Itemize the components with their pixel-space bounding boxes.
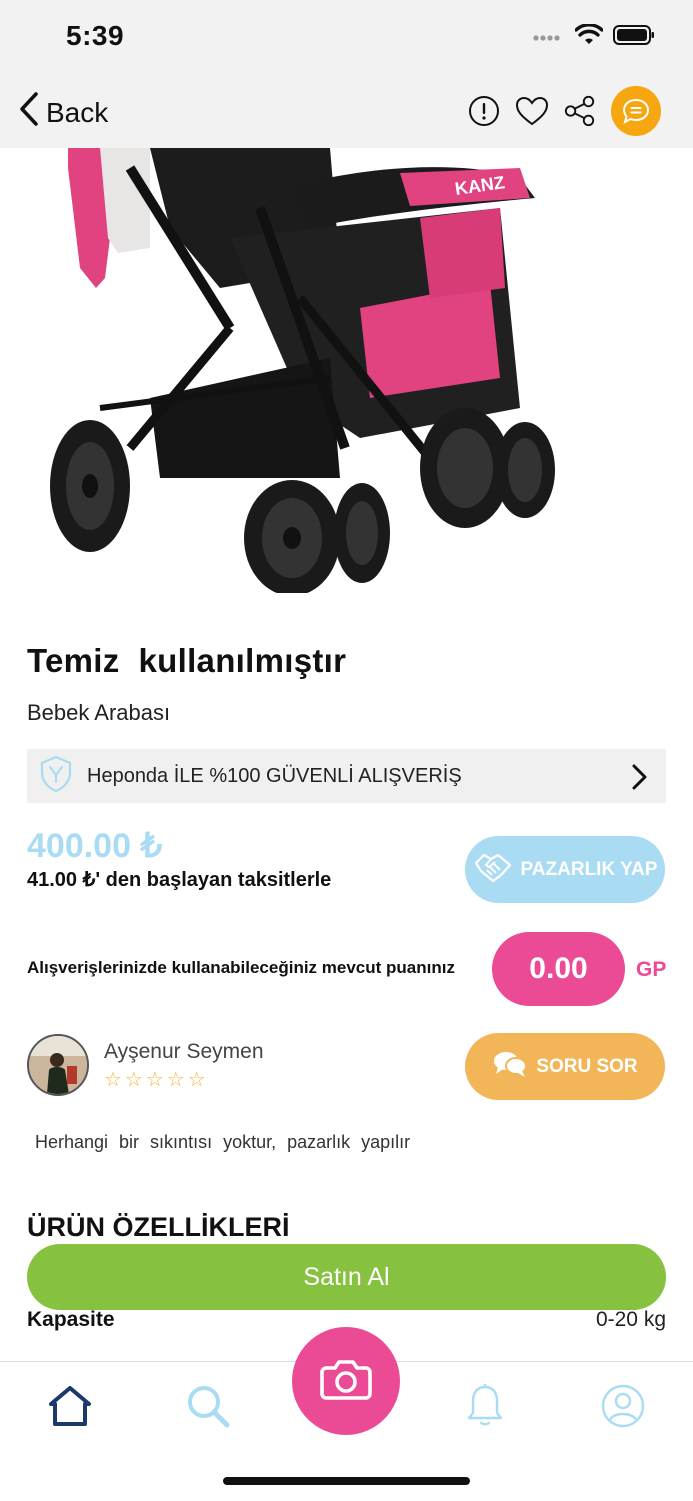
product-image[interactable]: KANZ [0,148,693,596]
home-icon[interactable] [46,1382,94,1430]
wheel-back-left [50,420,130,552]
product-title: Temiz kullanılmıştır [27,642,347,679]
battery-icon [613,25,655,50]
bargain-button[interactable]: PAZARLIK YAP [465,836,665,903]
chevron-right-icon [630,763,648,796]
back-label: Back [46,96,109,128]
navigation-bar: Back [0,76,693,148]
product-category: Bebek Arabası [27,700,171,725]
chat-bubbles-icon [492,1049,528,1085]
camera-button[interactable] [292,1327,400,1435]
points-unit: GP [636,958,667,981]
ask-question-label: SORU SOR [536,1055,638,1077]
bell-icon[interactable] [461,1382,509,1430]
seller-name[interactable]: Ayşenur Seymen [104,1040,264,1064]
installment-text: 41.00 ₺' den başlayan taksitlerle [27,869,332,891]
bargain-label: PAZARLIK YAP [520,858,658,880]
search-icon[interactable] [184,1382,232,1430]
ask-question-button[interactable]: SORU SOR [465,1033,665,1100]
product-description: Herhangi bir sıkıntısı yoktur, pazarlık … [35,1132,411,1152]
product-price: 400.00 ₺ [27,827,163,865]
status-bar: 5:39 [0,0,693,76]
seller-avatar[interactable] [27,1034,89,1096]
wheel-front-left [334,483,390,583]
heart-icon[interactable] [515,94,549,128]
feature-label-capacity: Kapasite [27,1308,115,1331]
chat-icon[interactable] [611,86,661,136]
handshake-icon [473,849,513,891]
wheel-front-right [420,408,555,528]
points-label: Alışverişlerinizde kullanabileceğiniz me… [27,958,455,977]
points-value: 0.00 [492,932,625,1006]
shield-icon [39,755,73,798]
status-icons [533,23,655,51]
status-time: 5:39 [66,20,125,51]
profile-icon[interactable] [599,1382,647,1430]
nav-actions [467,86,661,136]
feature-value-capacity: 0-20 kg [595,1308,666,1331]
secure-shopping-banner[interactable]: Heponda İLE %100 GÜVENLİ ALIŞVERİŞ [27,749,666,803]
chevron-left-icon [18,91,40,134]
back-button[interactable]: Back [18,91,108,134]
camera-icon [320,1358,372,1405]
secure-shopping-text: Heponda İLE %100 GÜVENLİ ALIŞVERİŞ [87,764,462,787]
features-heading: ÜRÜN ÖZELLİKLERİ [27,1212,290,1242]
wheel-back-right [244,480,340,596]
wifi-icon [574,23,604,51]
seller-rating-stars: ☆☆☆☆☆ [104,1069,209,1091]
buy-button[interactable]: Satın Al [27,1244,666,1310]
share-icon[interactable] [563,94,597,128]
signal-icon [533,29,565,47]
report-icon[interactable] [467,94,501,128]
home-indicator [223,1477,470,1485]
